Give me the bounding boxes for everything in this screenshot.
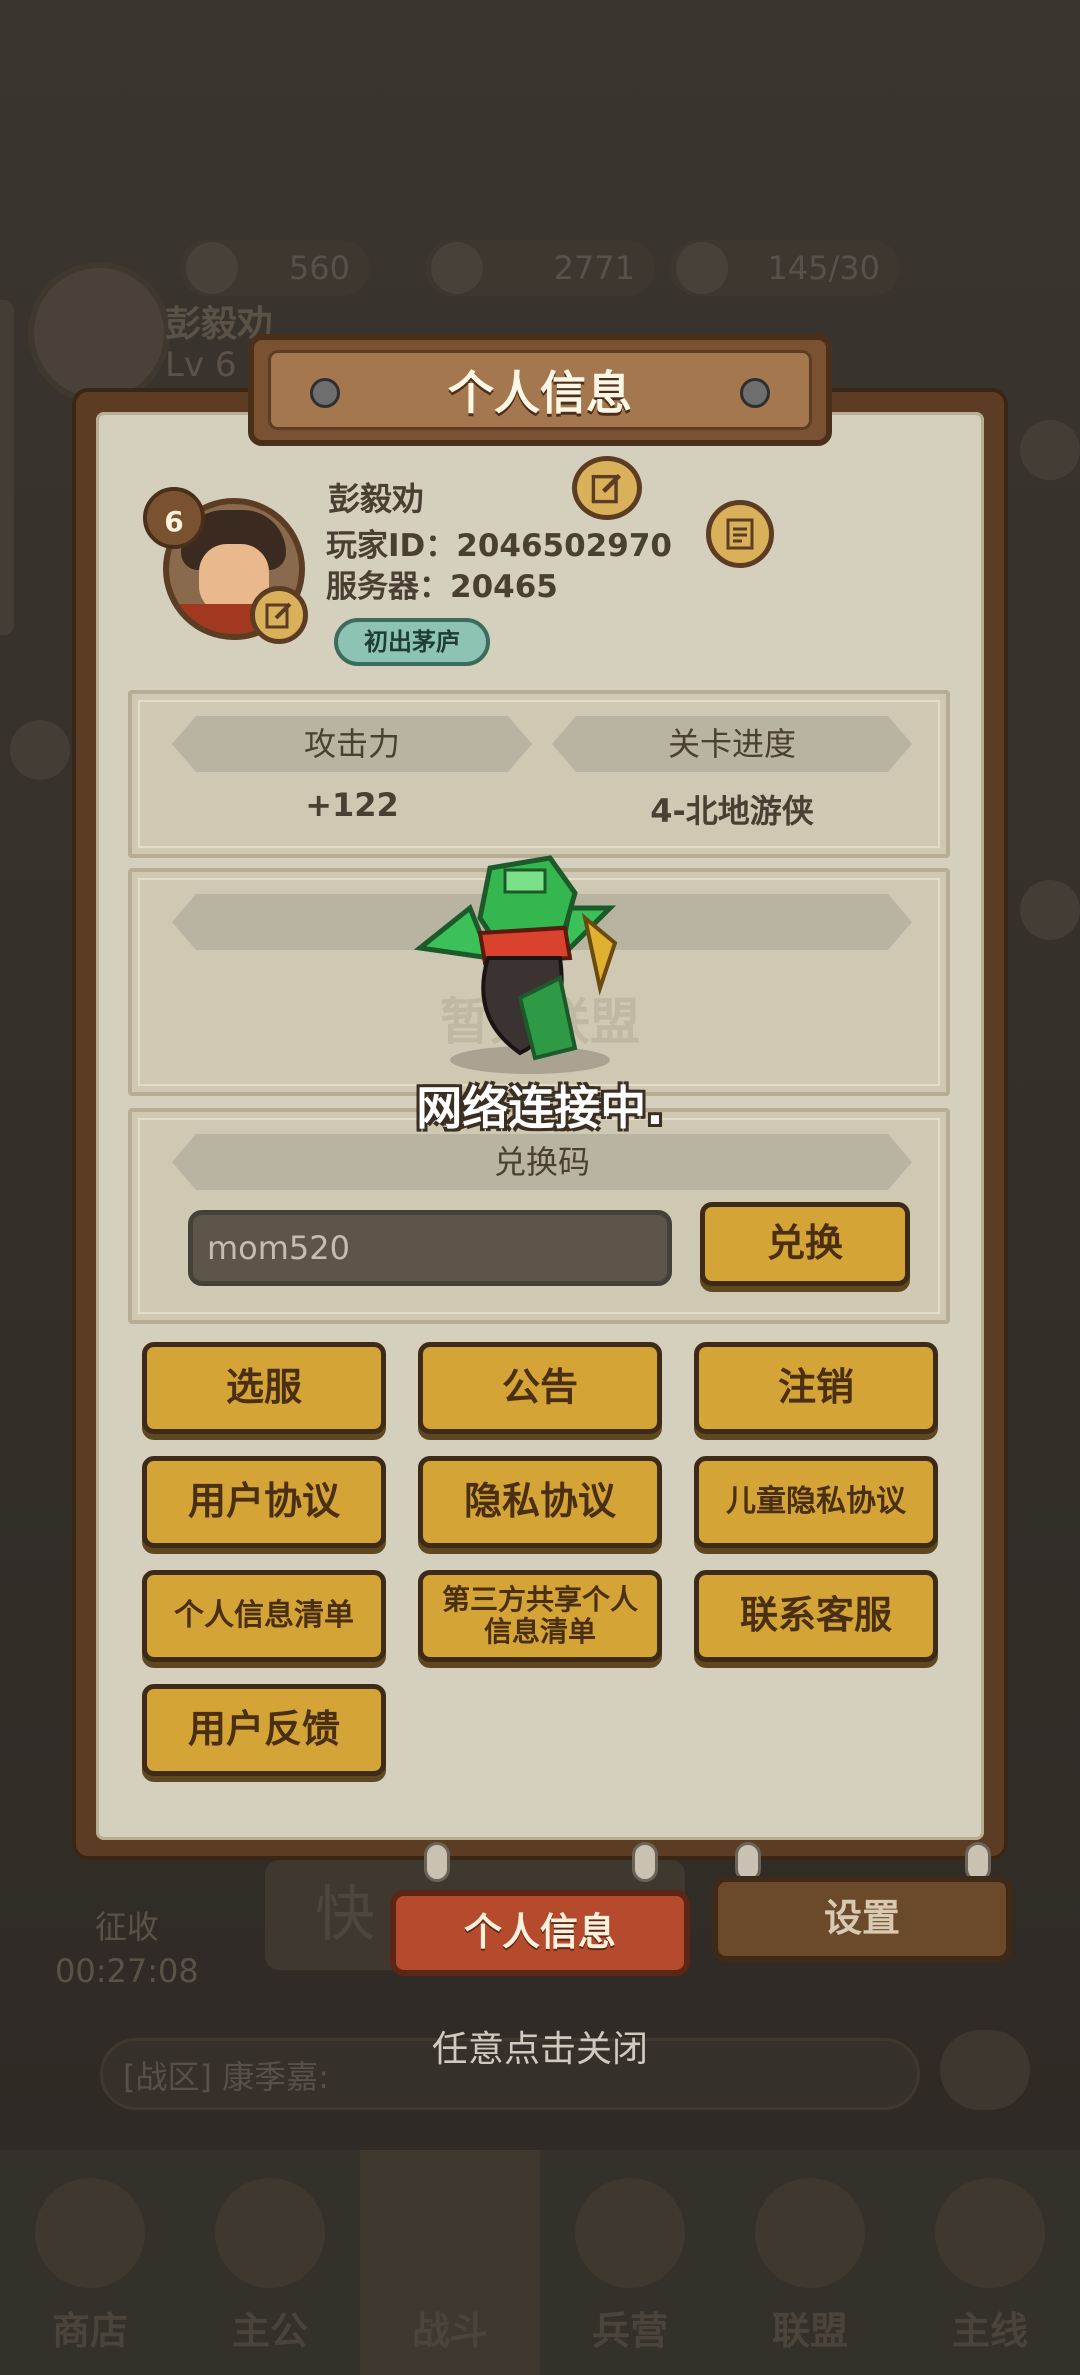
- player-level-badge: 6: [143, 487, 205, 549]
- rivet-icon: [310, 378, 340, 408]
- loading-text: 网络连接中.: [416, 1081, 664, 1135]
- redeem-button[interactable]: 兑换: [700, 1202, 910, 1286]
- loading-character-icon: [413, 855, 618, 1074]
- select-server-button[interactable]: 选服: [142, 1342, 386, 1434]
- attack-label: 攻击力: [172, 716, 532, 772]
- third-party-info-button[interactable]: 第三方共享个人信息清单: [418, 1570, 662, 1662]
- background-tab-shop: 商店: [0, 2150, 180, 2375]
- logout-button[interactable]: 注销: [694, 1342, 938, 1434]
- player-server: 服务器：20465: [326, 569, 558, 605]
- gem-icon: [431, 242, 483, 294]
- redeem-code-input[interactable]: mom520: [188, 1210, 672, 1286]
- edit-icon: [591, 473, 622, 504]
- close-hint[interactable]: 任意点击关闭: [0, 2020, 1080, 2072]
- document-icon: [726, 518, 754, 550]
- background-tab-alliance: 联盟: [720, 2150, 900, 2375]
- background-side-icon: [10, 720, 70, 780]
- background-tab-lord: 主公: [180, 2150, 360, 2375]
- feedback-button[interactable]: 用户反馈: [142, 1684, 386, 1776]
- background-tab-mainline: 主线: [900, 2150, 1080, 2375]
- customer-service-button[interactable]: 联系客服: [694, 1570, 938, 1662]
- edit-icon: [265, 602, 292, 629]
- announcement-button[interactable]: 公告: [418, 1342, 662, 1434]
- resource-gold: 560: [180, 240, 370, 296]
- player-title-badge: 初出茅庐: [334, 618, 490, 666]
- background-tab-bar: 商店 主公 战斗 兵营 联盟 主线: [0, 2150, 1080, 2375]
- background-tab-battle: 战斗: [360, 2150, 540, 2375]
- background-timer: 征收 00:27:08: [55, 1908, 199, 1990]
- modal-title: 个人信息: [448, 366, 632, 420]
- attack-value: +122: [305, 786, 399, 824]
- personal-info-list-button[interactable]: 个人信息清单: [142, 1570, 386, 1662]
- edit-avatar-button[interactable]: [250, 586, 308, 644]
- resource-stamina: 145/30: [670, 240, 900, 296]
- privacy-agreement-button[interactable]: 隐私协议: [418, 1456, 662, 1548]
- player-id: 玩家ID：2046502970: [326, 528, 672, 564]
- player-name: 彭毅劝: [328, 480, 425, 518]
- tab-personal-info[interactable]: 个人信息: [390, 1890, 690, 1976]
- redeem-label: 兑换码: [172, 1134, 912, 1190]
- user-agreement-button[interactable]: 用户协议: [142, 1456, 386, 1548]
- modal-title-plate: 个人信息: [248, 334, 832, 446]
- background-level: Lv 6: [165, 345, 237, 385]
- rivet-icon: [740, 378, 770, 408]
- background-side-icon: [1020, 880, 1080, 940]
- child-privacy-button[interactable]: 儿童隐私协议: [694, 1456, 938, 1548]
- stamina-icon: [676, 242, 728, 294]
- background-side-drawer: [0, 300, 14, 635]
- gold-icon: [186, 242, 238, 294]
- background-side-icon: [1020, 420, 1080, 480]
- background-tab-barracks: 兵营: [540, 2150, 720, 2375]
- stats-section: 攻击力 关卡进度 +122 4-北地游侠: [128, 690, 950, 858]
- player-detail-button[interactable]: [706, 500, 774, 568]
- resource-gems: 2771: [425, 240, 655, 296]
- progress-label: 关卡进度: [552, 716, 912, 772]
- tab-settings[interactable]: 设置: [712, 1876, 1012, 1962]
- rope-icon: [424, 1842, 450, 1882]
- progress-value: 4-北地游侠: [650, 792, 814, 830]
- edit-name-button[interactable]: [572, 456, 642, 520]
- background-avatar: [28, 262, 170, 404]
- rope-icon: [632, 1842, 658, 1882]
